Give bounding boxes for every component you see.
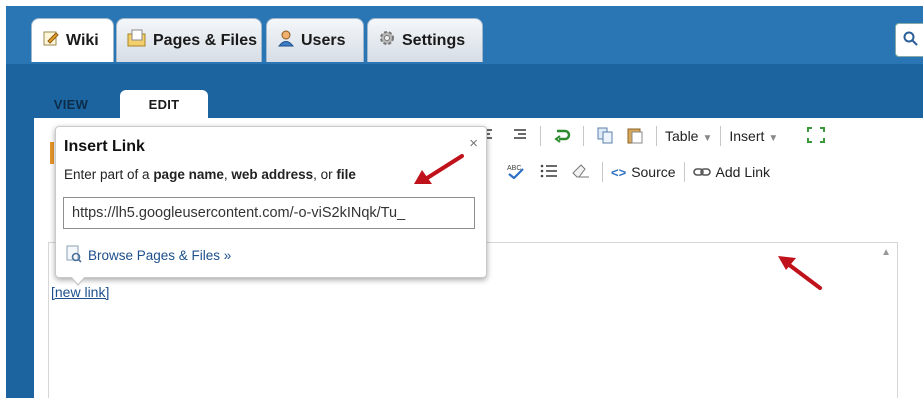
tab-wiki-label: Wiki (66, 31, 99, 49)
new-link-text[interactable]: [new link] (51, 284, 109, 300)
chevron-down-icon: ▼ (768, 133, 779, 144)
spellcheck-icon[interactable]: ABC (506, 163, 526, 182)
dialog-title: Insert Link (64, 138, 145, 155)
link-chain-icon (692, 164, 711, 180)
browse-pages-files-label: Browse Pages & Files » (88, 248, 232, 263)
eraser-icon[interactable] (572, 163, 590, 181)
tab-pages-files-label: Pages & Files (153, 31, 258, 49)
source-button[interactable]: <> Source (611, 164, 676, 180)
insert-menu[interactable]: Insert ▼ (729, 128, 778, 144)
tab-edit[interactable]: EDIT (120, 90, 208, 118)
list-indent-icon[interactable] (540, 164, 558, 181)
paste-icon[interactable] (626, 126, 644, 147)
link-url-input[interactable] (63, 197, 475, 229)
dialog-description: Enter part of a page name, web address, … (64, 167, 356, 182)
insert-menu-label: Insert (729, 128, 765, 144)
toolbar-row-1: Table ▼ Insert ▼ (474, 122, 830, 150)
toolbar-separator (683, 162, 685, 182)
add-link-button[interactable]: Add Link (692, 164, 771, 180)
tab-wiki[interactable]: Wiki (31, 18, 114, 62)
desc-text: Enter part of a (64, 167, 154, 182)
source-button-label: Source (631, 164, 676, 180)
toolbar-separator (540, 126, 541, 146)
toolbar-edge-marker (50, 142, 54, 164)
user-icon (277, 29, 295, 52)
dialog-pointer (70, 276, 86, 286)
insert-link-dialog: Insert Link × Enter part of a page name,… (55, 126, 487, 286)
annotation-arrow-icon (414, 154, 464, 184)
desc-file: file (336, 167, 356, 182)
search-page-icon (66, 245, 82, 266)
scroll-up-arrow-icon[interactable]: ▲ (881, 247, 891, 258)
annotation-arrow-icon (778, 256, 822, 290)
search-icon (903, 31, 919, 52)
top-navigation: Wiki Pages & Files Users Settings (6, 6, 923, 64)
align-right-icon[interactable] (512, 128, 528, 145)
browse-pages-files-link[interactable]: Browse Pages & Files » (66, 245, 231, 266)
toolbar-separator (720, 126, 722, 146)
toolbar-row-2: ABC <> Source Add Link (474, 158, 770, 186)
edit-page-icon (42, 29, 60, 52)
copy-icon[interactable] (596, 126, 614, 147)
svg-text:ABC: ABC (507, 165, 521, 172)
tab-users[interactable]: Users (266, 18, 364, 62)
chevron-down-icon: ▼ (702, 133, 713, 144)
toolbar-separator (602, 162, 603, 182)
undo-icon[interactable] (553, 127, 571, 146)
code-brackets-icon: <> (611, 164, 627, 180)
table-menu-label: Table (665, 128, 699, 144)
gear-icon (378, 29, 396, 52)
desc-page-name: page name (153, 167, 224, 182)
table-menu[interactable]: Table ▼ (665, 128, 712, 144)
desc-text: , or (313, 167, 337, 182)
tab-pages-files[interactable]: Pages & Files (116, 18, 262, 62)
tab-settings-label: Settings (402, 31, 466, 49)
tab-users-label: Users (301, 31, 346, 49)
add-link-button-label: Add Link (715, 164, 771, 180)
close-icon[interactable]: × (469, 135, 478, 152)
desc-web-address: web address (231, 167, 314, 182)
toolbar-separator (656, 126, 657, 146)
search-button[interactable] (895, 23, 923, 57)
toolbar-separator (583, 126, 584, 146)
folder-pages-icon (127, 29, 147, 52)
tab-view[interactable]: VIEW (36, 90, 106, 118)
tab-settings[interactable]: Settings (367, 18, 483, 62)
fullscreen-icon[interactable] (806, 126, 826, 147)
